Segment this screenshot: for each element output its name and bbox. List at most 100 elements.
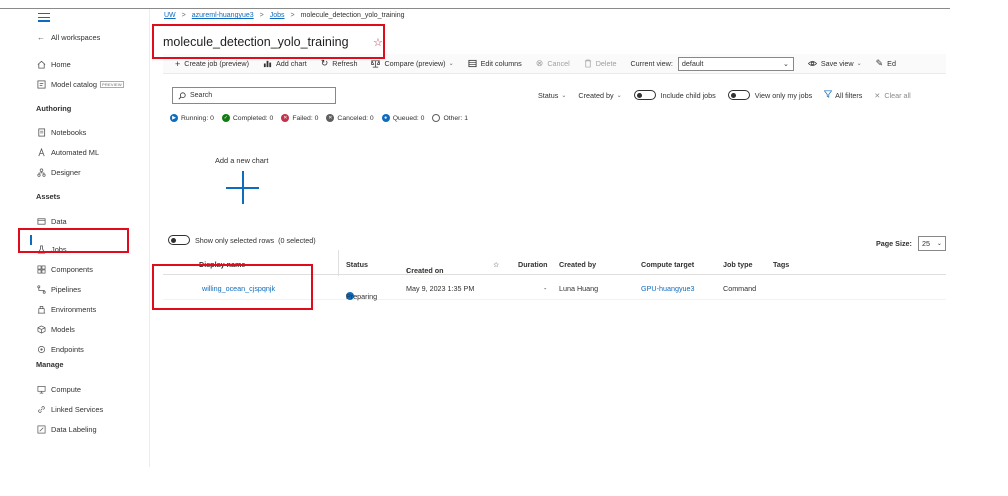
designer-icon: [36, 167, 46, 177]
components-icon: [36, 264, 46, 274]
created-by-filter[interactable]: Created by ⌄: [578, 91, 621, 100]
sidebar-item-data-labeling[interactable]: Data Labeling: [36, 421, 97, 437]
sidebar-item-pipelines[interactable]: Pipelines: [36, 281, 81, 297]
chevron-down-icon: ⌄: [448, 61, 454, 67]
status-queued[interactable]: ● Queued: 0: [381, 114, 424, 122]
status-summary: ▶ Running: 0 ✓ Completed: 0 ✕ Failed: 0 …: [170, 114, 476, 122]
star-column-icon[interactable]: ☆: [493, 260, 499, 269]
chevron-down-icon: ⌄: [782, 60, 789, 68]
canceled-icon: ✕: [326, 114, 335, 122]
all-workspaces-link[interactable]: ← All workspaces: [36, 29, 100, 45]
page-size-dropdown[interactable]: 25 ⌄: [917, 236, 946, 251]
sidebar-item-automated-ml[interactable]: Automated ML: [36, 144, 99, 160]
section-assets: Assets: [36, 192, 61, 201]
breadcrumb-separator: >: [259, 12, 264, 19]
status-canceled[interactable]: ✕ Canceled: 0: [326, 114, 374, 122]
breadcrumb-workspace[interactable]: azureml-huangyue3: [192, 12, 254, 19]
preview-badge: PREVIEW: [100, 80, 124, 88]
chevron-down-icon: ⌄: [616, 92, 622, 99]
cancel-icon: ⊗: [535, 58, 544, 68]
col-created-by[interactable]: Created by: [559, 260, 596, 269]
compare-button[interactable]: Compare (preview) ⌄: [371, 59, 454, 68]
include-child-jobs-toggle[interactable]: Include child jobs: [633, 90, 716, 100]
hamburger-menu-icon[interactable]: [38, 13, 50, 24]
col-tags[interactable]: Tags: [773, 260, 789, 269]
sidebar-item-model-catalog[interactable]: Model catalog PREVIEW: [36, 76, 124, 92]
eye-icon: [807, 59, 817, 68]
status-other[interactable]: Other: 1: [432, 114, 468, 122]
status-failed[interactable]: ✕ Failed: 0: [281, 114, 318, 122]
status-running[interactable]: ▶ Running: 0: [170, 114, 214, 122]
col-job-type[interactable]: Job type: [723, 260, 753, 269]
show-selected-toggle-row[interactable]: Show only selected rows (0 selected): [168, 235, 316, 245]
sort-down-icon: ↓: [406, 266, 410, 275]
play-icon: ▶: [170, 114, 178, 122]
back-arrow-icon: ←: [37, 32, 45, 42]
plus-icon: +: [175, 58, 181, 69]
add-chart-button[interactable]: Add chart: [263, 59, 307, 68]
home-icon: [36, 59, 46, 69]
toggle-switch[interactable]: [727, 90, 750, 100]
sidebar-item-compute[interactable]: Compute: [36, 381, 81, 397]
link-icon: [36, 404, 46, 414]
sidebar-item-notebooks[interactable]: Notebooks: [36, 124, 86, 140]
compute-icon: [36, 384, 46, 394]
close-icon: ✕: [874, 90, 881, 100]
create-job-button[interactable]: + Create job (preview): [175, 59, 249, 69]
breadcrumb-jobs[interactable]: Jobs: [270, 12, 285, 19]
sidebar-item-home[interactable]: Home: [36, 56, 71, 72]
chevron-down-icon: ⌄: [856, 61, 862, 67]
job-type: Command: [723, 284, 757, 293]
columns-icon: [468, 59, 477, 68]
col-duration[interactable]: Duration: [518, 260, 548, 269]
pipelines-icon: [36, 284, 46, 294]
section-authoring: Authoring: [36, 104, 72, 113]
endpoints-icon: [36, 344, 46, 354]
display-name-highlight-box: [152, 264, 313, 310]
automl-icon: [36, 147, 46, 157]
job-compute-target-link[interactable]: GPU-huangyue3: [641, 284, 695, 293]
view-only-my-jobs-toggle[interactable]: View only my jobs: [727, 90, 812, 100]
sidebar-item-models[interactable]: Models: [36, 321, 75, 337]
cancel-button[interactable]: ⊗ Cancel: [536, 58, 570, 69]
delete-button[interactable]: Delete: [584, 59, 616, 68]
add-chart-plus-icon[interactable]: [226, 171, 259, 204]
compare-icon: [371, 59, 381, 68]
breadcrumb-root[interactable]: UW: [164, 12, 176, 19]
refresh-button[interactable]: ↻ Refresh: [321, 58, 358, 69]
col-compute-target[interactable]: Compute target: [641, 260, 694, 269]
sidebar-item-environments[interactable]: Environments: [36, 301, 96, 317]
clear-all-button[interactable]: ✕ Clear all: [874, 91, 910, 100]
sidebar-item-designer[interactable]: Designer: [36, 164, 81, 180]
sidebar-item-components[interactable]: Components: [36, 261, 93, 277]
breadcrumb-current: molecule_detection_yolo_training: [300, 12, 405, 19]
catalog-icon: [36, 79, 46, 89]
col-status[interactable]: Status: [346, 260, 368, 269]
check-icon: ✓: [221, 114, 230, 122]
environments-icon: [36, 304, 46, 314]
search-input[interactable]: Search: [172, 87, 336, 104]
status-completed[interactable]: ✓ Completed: 0: [221, 114, 273, 122]
toggle-switch[interactable]: [168, 235, 190, 245]
sidebar-item-data[interactable]: Data: [36, 213, 67, 229]
notebook-icon: [36, 127, 46, 137]
labeling-icon: [36, 424, 46, 434]
filter-bar: Status ⌄ Created by ⌄ Include child jobs…: [538, 90, 911, 100]
status-filter[interactable]: Status ⌄: [538, 91, 566, 100]
toggle-switch[interactable]: [633, 90, 656, 100]
title-highlight-box: [152, 24, 385, 59]
sidebar-item-endpoints[interactable]: Endpoints: [36, 341, 84, 357]
save-view-button[interactable]: Save view ⌄: [807, 59, 862, 68]
edit-view-button[interactable]: ✎ Ed: [876, 58, 896, 69]
current-view-dropdown[interactable]: default ⌄: [677, 56, 794, 71]
chevron-down-icon: ⌄: [561, 92, 567, 99]
section-manage: Manage: [36, 360, 64, 369]
filter-icon: [823, 90, 833, 100]
all-filters-button[interactable]: All filters: [823, 90, 862, 100]
breadcrumb-separator: >: [290, 12, 295, 19]
sidebar-item-linked-services[interactable]: Linked Services: [36, 401, 103, 417]
job-created-on: May 9, 2023 1:35 PM: [406, 284, 475, 293]
circle-icon: [432, 114, 441, 122]
edit-columns-button[interactable]: Edit columns: [468, 59, 522, 68]
page-size-control: Page Size: 25 ⌄: [876, 236, 946, 251]
